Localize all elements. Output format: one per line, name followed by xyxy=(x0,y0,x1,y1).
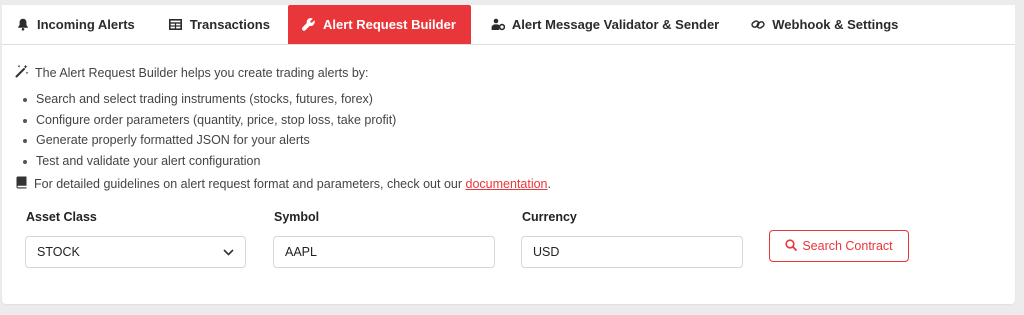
symbol-label: Symbol xyxy=(274,210,320,224)
tab-alert-request-builder[interactable]: Alert Request Builder xyxy=(287,5,471,44)
alert-request-builder-panel: The Alert Request Builder helps you crea… xyxy=(2,45,1015,304)
tab-incoming-alerts[interactable]: Incoming Alerts xyxy=(2,5,151,44)
asset-class-value: STOCK xyxy=(37,245,80,259)
tab-label: Incoming Alerts xyxy=(37,17,135,32)
intro-text: The Alert Request Builder helps you crea… xyxy=(35,65,369,80)
tab-label: Webhook & Settings xyxy=(772,17,899,32)
tab-label: Alert Request Builder xyxy=(322,17,456,32)
search-icon xyxy=(785,238,798,254)
doc-text: For detailed guidelines on alert request… xyxy=(34,177,551,191)
feature-list: Search and select trading instruments (s… xyxy=(22,89,396,171)
tab-transactions[interactable]: Transactions xyxy=(151,5,288,44)
list-item: Generate properly formatted JSON for you… xyxy=(22,130,396,151)
documentation-link[interactable]: documentation xyxy=(466,177,548,191)
intro-line: The Alert Request Builder helps you crea… xyxy=(15,64,369,81)
tab-label: Transactions xyxy=(189,17,270,32)
list-item: Configure order parameters (quantity, pr… xyxy=(22,110,396,131)
asset-class-label: Asset Class xyxy=(26,210,97,224)
currency-label: Currency xyxy=(522,210,577,224)
documentation-line: For detailed guidelines on alert request… xyxy=(16,176,551,192)
search-contract-label: Search Contract xyxy=(802,239,893,253)
tab-label: Alert Message Validator & Sender xyxy=(511,17,720,32)
chevron-down-icon xyxy=(223,245,234,259)
tab-alert-message-validator[interactable]: Alert Message Validator & Sender xyxy=(471,5,735,44)
bell-icon xyxy=(16,18,30,32)
list-item: Search and select trading instruments (s… xyxy=(22,89,396,110)
search-contract-button[interactable]: Search Contract xyxy=(769,230,909,262)
tab-webhook-settings[interactable]: Webhook & Settings xyxy=(735,5,912,44)
symbol-input[interactable] xyxy=(273,236,495,268)
list-item: Test and validate your alert configurati… xyxy=(22,151,396,172)
users-cog-icon xyxy=(491,18,505,32)
wrench-icon xyxy=(302,18,316,32)
magic-wand-icon xyxy=(15,64,29,81)
currency-input[interactable] xyxy=(521,236,743,268)
book-icon xyxy=(16,176,27,192)
table-icon xyxy=(169,18,183,32)
asset-class-select[interactable]: STOCK xyxy=(25,236,246,268)
link-icon xyxy=(751,18,765,32)
tab-bar: Incoming Alerts Transactions Alert Reque… xyxy=(2,5,1015,45)
